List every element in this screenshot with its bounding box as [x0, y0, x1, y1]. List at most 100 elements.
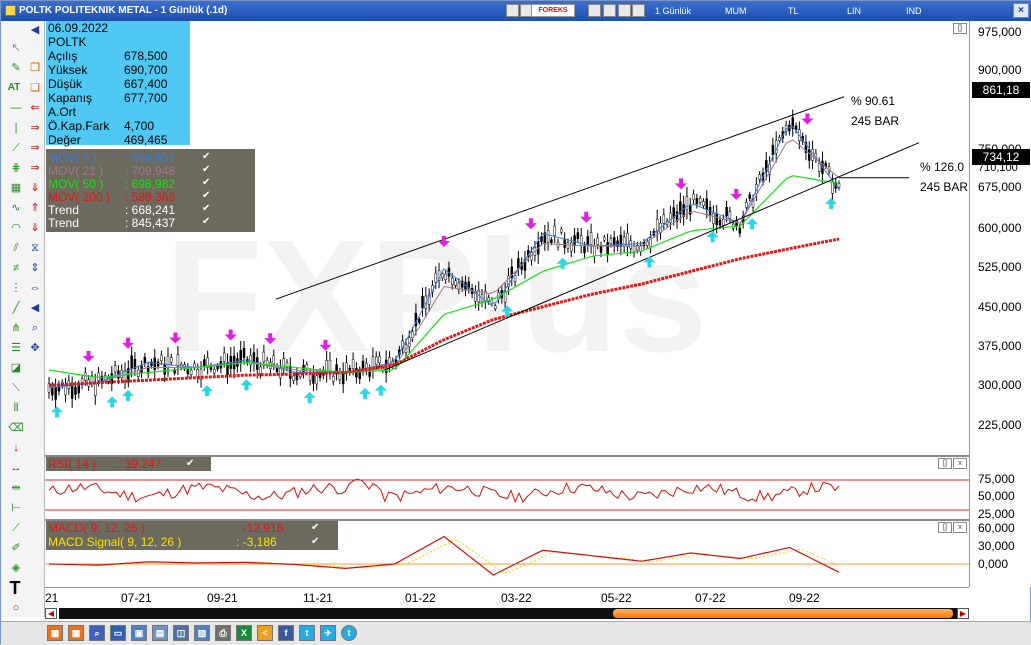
eraser-icon[interactable]: ⌫ [8, 421, 24, 435]
mov-check-icon[interactable]: ✔ [202, 216, 210, 227]
levels-icon[interactable]: ☰ [8, 341, 24, 355]
mov-check-icon[interactable]: ✔ [202, 177, 210, 188]
close-button[interactable]: × [1013, 3, 1029, 18]
grid-layout-icon[interactable]: ▦ [68, 625, 84, 641]
export-icon[interactable]: ▨ [194, 625, 210, 641]
left-arrow-icon[interactable]: ⇐ [27, 101, 43, 115]
macd-restore-button[interactable]: [] [938, 522, 952, 533]
range-icon[interactable]: ↔ [8, 461, 24, 475]
regression-icon[interactable]: ⟍ [8, 381, 24, 395]
trendline-icon[interactable]: ╱ [8, 301, 24, 315]
crosshair-icon[interactable] [618, 4, 631, 17]
excel-icon[interactable]: X [236, 625, 252, 641]
down-arrow-icon[interactable]: ⇓ [27, 181, 43, 195]
fib-time-icon[interactable]: ⋮ [8, 281, 24, 295]
main-panel-restore-button[interactable]: [] [953, 23, 967, 34]
fibonacci-icon[interactable]: ⋕ [8, 161, 24, 175]
paste-icon[interactable]: ❏ [27, 81, 43, 95]
bucket-icon[interactable]: ◈ [8, 561, 24, 575]
pan-icon[interactable]: ✥ [27, 341, 43, 355]
candle-body [758, 174, 761, 180]
fib-fan-icon[interactable]: ≠ [8, 261, 24, 275]
grid-icon[interactable]: ▦ [8, 181, 24, 195]
wave-icon[interactable]: ∿ [8, 201, 24, 215]
folder-icon[interactable]: ▭ [110, 625, 126, 641]
zoom-vertical-icon[interactable]: ⇕ [27, 261, 43, 275]
copy-icon[interactable]: ❐ [27, 61, 43, 75]
text-tool-icon[interactable]: T [7, 579, 23, 597]
macd-check-icon[interactable]: ✔ [311, 521, 319, 535]
ruler-icon[interactable]: ⊢ [8, 501, 24, 515]
fan-icon[interactable]: ⫽ [8, 241, 24, 255]
price-axis[interactable]: 975,000900,000750,000675,000600,000525,0… [969, 21, 1031, 587]
vertical-line-icon[interactable]: | [8, 121, 24, 135]
right-arrow-3-icon[interactable]: ⇒ [27, 161, 43, 175]
database-icon[interactable]: ◫ [173, 625, 189, 641]
right-arrow-icon[interactable]: ⇒ [27, 121, 43, 135]
layout-icon[interactable]: ▦ [47, 625, 63, 641]
twitter-icon[interactable]: t [299, 625, 315, 641]
time-axis[interactable]: 21 07-21 09-21 11-21 01-22 03-22 05-22 07-22 09-… [45, 587, 969, 607]
facebook-icon[interactable]: f [278, 625, 294, 641]
scale-selector[interactable]: LIN [847, 6, 861, 16]
share-icon[interactable]: < [257, 625, 273, 641]
mov-check-icon[interactable]: ✔ [202, 190, 210, 201]
candle-body [332, 376, 335, 382]
collapse-arrow-icon[interactable]: ◀ [27, 23, 43, 37]
macd-close-button[interactable]: x [953, 522, 967, 533]
candle-body [609, 238, 613, 244]
right-arrow-2-icon[interactable]: ⇒ [27, 141, 43, 155]
scroll-left-icon[interactable]: ◀ [27, 301, 43, 315]
save-icon[interactable] [603, 4, 616, 17]
up-arrow-icon[interactable]: ⇑ [27, 201, 43, 215]
indicator-selector[interactable]: IND [906, 6, 922, 16]
scroll-left-button[interactable]: ◀ [45, 608, 57, 619]
rsi-check-icon[interactable]: ✔ [186, 457, 194, 471]
ellipse-icon[interactable]: ○ [8, 601, 24, 615]
arc-icon[interactable]: ◠ [8, 221, 24, 235]
cycle-icon[interactable]: ⦀ [8, 401, 24, 415]
slope-icon[interactable]: ⟋ [8, 521, 24, 535]
measure-icon[interactable]: ⇹ [8, 481, 24, 495]
pitchfork-icon[interactable]: ⋔ [8, 321, 24, 335]
gann-icon[interactable]: ◪ [8, 361, 24, 375]
horizontal-scrollbar[interactable] [59, 608, 967, 619]
macd-signal-check-icon[interactable]: ✔ [311, 535, 319, 549]
mov-check-icon[interactable]: ✔ [202, 151, 210, 162]
rsi-legend[interactable]: RSI( 14 ) : 39,247 ✔ [46, 457, 211, 471]
auto-trend-icon[interactable]: AT [6, 81, 22, 95]
zoom-fit-icon[interactable]: ⧖ [27, 241, 43, 255]
search-icon[interactable]: ⌕ [27, 321, 43, 335]
zoom-horizontal-icon[interactable]: ⇔ [27, 281, 43, 295]
settings-icon[interactable] [506, 4, 519, 17]
pencil-icon[interactable]: ✎ [8, 61, 24, 75]
rsi-close-button[interactable]: x [953, 458, 967, 469]
scroll-right-button[interactable]: ▶ [957, 608, 969, 619]
document-icon[interactable]: ▤ [152, 625, 168, 641]
horizontal-line-icon[interactable]: — [8, 101, 24, 115]
edit-icon[interactable] [588, 4, 601, 17]
current-price-label: 710,100 [978, 162, 1018, 174]
scrollbar-thumb[interactable] [613, 609, 953, 618]
macd-legend[interactable]: MACD( 9, 12, 26 ) : -12,916 ✔ MACD Signa… [46, 521, 338, 550]
brush-icon[interactable]: ✐ [8, 541, 24, 555]
chart-style-selector[interactable]: MUM [725, 6, 747, 16]
macd-tick: 30,000 [978, 539, 1015, 553]
mov-check-icon[interactable]: ✔ [202, 164, 210, 175]
tweet-icon[interactable]: t [341, 625, 357, 641]
info-label-1: Yüksek [48, 63, 88, 77]
mov-check-icon[interactable]: ✔ [202, 203, 210, 214]
arrow-down-icon[interactable]: ↓ [8, 441, 24, 455]
period-selector[interactable]: 1 Günlük [655, 6, 691, 16]
print-icon[interactable]: ⎙ [215, 625, 231, 641]
rsi-restore-button[interactable]: [] [938, 458, 952, 469]
dropdown-icon[interactable] [632, 4, 645, 17]
channel-icon[interactable]: ⟋ [8, 141, 24, 155]
zoom-icon[interactable]: ⌕ [89, 625, 105, 641]
pointer-icon[interactable]: ↖ [8, 41, 24, 55]
bird-icon[interactable]: ✈ [320, 625, 336, 641]
currency-selector[interactable]: TL [788, 6, 799, 16]
down-arrow-2-icon[interactable]: ⇓ [27, 221, 43, 235]
moving-average-legend[interactable]: MOV( 5 ): 686,851 ✔ MOV( 21 ): 709,948 ✔ MOV… [46, 149, 255, 232]
save-icon[interactable]: ▣ [131, 625, 147, 641]
